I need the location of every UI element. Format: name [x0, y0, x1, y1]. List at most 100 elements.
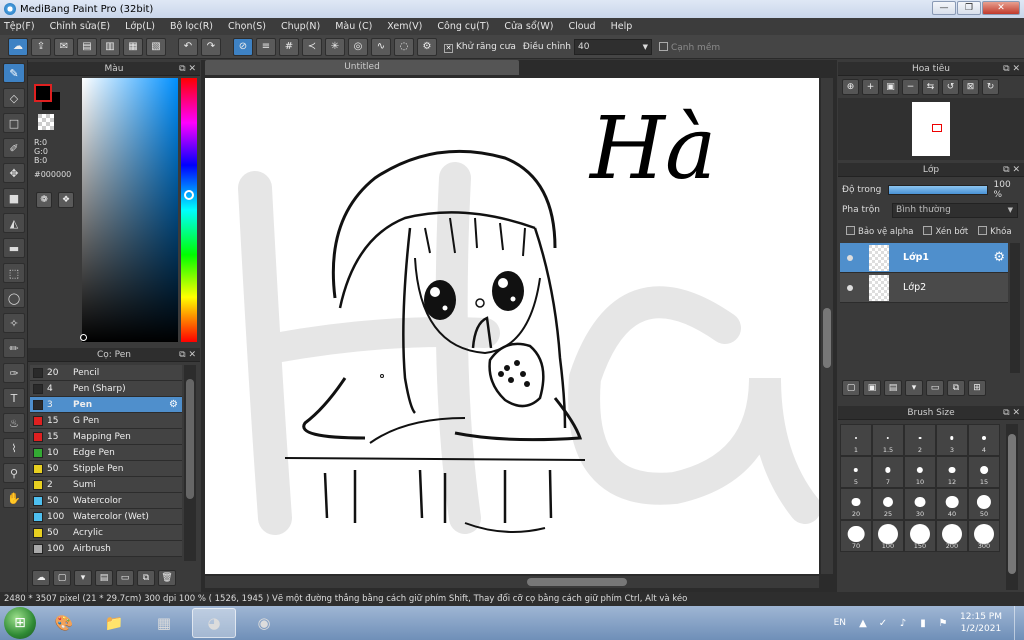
layout-icon[interactable]: ▧ — [146, 37, 166, 56]
lasso-tool-icon[interactable]: ◯ — [3, 288, 25, 308]
menu-capture[interactable]: Chụp(N) — [279, 21, 322, 32]
brush-size-cell[interactable]: 30 — [904, 488, 936, 520]
clipping-checkbox[interactable] — [923, 226, 933, 235]
brush-row[interactable]: 15 Mapping Pen — [30, 429, 182, 445]
panel-close-icon[interactable]: ⧉ ✕ — [179, 348, 196, 362]
panel-close-icon[interactable]: ⧉ ✕ — [1003, 163, 1020, 177]
menu-file[interactable]: Tệp(F) — [2, 21, 37, 32]
notification-icon[interactable]: ⚑ — [936, 616, 950, 630]
comment-icon[interactable]: ▤ — [77, 37, 97, 56]
cloud-brush-icon[interactable]: ☁ — [32, 570, 50, 586]
file-explorer-icon[interactable]: 📁 — [92, 608, 136, 638]
zoom-in-icon[interactable]: + — [862, 79, 879, 95]
brush-size-cell[interactable]: 10 — [904, 456, 936, 488]
panel-close-icon[interactable]: ⧉ ✕ — [1003, 62, 1020, 76]
eyedropper-tool-icon[interactable]: ⚲ — [3, 463, 25, 483]
brush-tool-icon[interactable]: ✎ — [3, 63, 25, 83]
cloud-icon[interactable]: ☁ — [8, 37, 28, 56]
brush-size-cell[interactable]: 150 — [904, 520, 936, 552]
fill-rect-tool-icon[interactable]: ■ — [3, 188, 25, 208]
canvas-vertical-scrollbar[interactable] — [821, 78, 833, 574]
brush-row[interactable]: 3 Pen ⚙ — [30, 397, 182, 413]
panel-close-icon[interactable]: ⧉ ✕ — [1003, 406, 1020, 420]
scrollbar-thumb[interactable] — [823, 308, 831, 368]
soft-edge-checkbox[interactable] — [658, 41, 668, 51]
panel-icon[interactable]: ▦ — [123, 37, 143, 56]
brush-row[interactable]: 50 Acrylic — [30, 525, 182, 541]
eraser-tool-icon[interactable]: ◇ — [3, 88, 25, 108]
brush-row[interactable]: 15 G Pen — [30, 413, 182, 429]
document-icon[interactable]: ▥ — [100, 37, 120, 56]
navigator-viewport-rect[interactable] — [932, 124, 942, 132]
soft-edge-option[interactable]: Cạnh mềm — [658, 41, 720, 53]
canvas-horizontal-scrollbar[interactable] — [205, 576, 819, 588]
text-tool-icon[interactable]: T — [3, 388, 25, 408]
add-brush-menu-icon[interactable]: ▾ — [74, 570, 92, 586]
select-rect-tool-icon[interactable]: ⬚ — [3, 263, 25, 283]
perspective-snap-icon[interactable]: ≺ — [302, 37, 322, 56]
menu-color[interactable]: Màu (C) — [333, 21, 374, 32]
transparent-color-swatch[interactable] — [38, 114, 54, 130]
panel-close-icon[interactable]: ⧉ ✕ — [179, 62, 196, 76]
hue-slider[interactable] — [181, 78, 197, 342]
brush-size-cell[interactable]: 100 — [872, 520, 904, 552]
brush-size-cell[interactable]: 5 — [840, 456, 872, 488]
redo-icon[interactable]: ↷ — [201, 37, 221, 56]
zoom-actual-icon[interactable]: ⊕ — [842, 79, 859, 95]
radial-snap-icon[interactable]: ✳ — [325, 37, 345, 56]
layer-row[interactable]: Lớp1 ⚙ — [840, 243, 1008, 273]
foreground-color-swatch[interactable] — [34, 84, 52, 102]
hue-slider-knob[interactable] — [184, 190, 194, 200]
opacity-slider[interactable] — [887, 185, 988, 195]
layer-settings-gear-icon[interactable]: ⚙ — [993, 250, 1005, 265]
tray-expand-icon[interactable]: ▲ — [856, 616, 870, 630]
adjust-select[interactable]: 40 ▼ — [573, 38, 652, 55]
zoom-out-icon[interactable]: − — [902, 79, 919, 95]
minimize-button[interactable]: — — [932, 1, 956, 15]
brush-size-cell[interactable]: 40 — [936, 488, 968, 520]
antialias-checkbox[interactable]: ✕ — [444, 43, 453, 53]
reset-view-icon[interactable]: ⊠ — [962, 79, 979, 95]
clock[interactable]: 12:15 PM 1/2/2021 — [960, 611, 1002, 635]
medibang-taskbar-icon[interactable]: ◕ — [192, 608, 236, 638]
brush-settings-icon[interactable]: ▤ — [95, 570, 113, 586]
gradient-tool-icon[interactable]: ▬ — [3, 238, 25, 258]
brush-size-cell[interactable]: 50 — [968, 488, 1000, 520]
flip-icon[interactable]: ⇆ — [922, 79, 939, 95]
smudge-tool-icon[interactable]: ⌇ — [3, 438, 25, 458]
brush-size-cell[interactable]: 200 — [936, 520, 968, 552]
menu-tools[interactable]: Công cụ(T) — [435, 21, 491, 32]
brush-folder-icon[interactable]: ▭ — [116, 570, 134, 586]
brush-size-cell[interactable]: 2 — [904, 424, 936, 456]
brush-size-scrollbar[interactable] — [1006, 424, 1018, 590]
color-palette-icon[interactable]: ❖ — [58, 192, 74, 208]
grid-app-icon[interactable]: ▦ — [142, 608, 186, 638]
saturation-value-picker[interactable] — [82, 78, 178, 342]
visibility-eye-icon[interactable] — [847, 284, 853, 291]
brush-settings-gear-icon[interactable]: ⚙ — [169, 399, 178, 410]
brush-size-cell[interactable]: 1.5 — [872, 424, 904, 456]
layer-row[interactable]: Lớp2 — [840, 273, 1008, 303]
duplicate-brush-icon[interactable]: ⧉ — [137, 570, 155, 586]
antivirus-icon[interactable]: ✓ — [876, 616, 890, 630]
drawing-canvas[interactable]: Hà — [205, 78, 819, 574]
delete-brush-icon[interactable]: 🗑 — [158, 570, 176, 586]
scrollbar-thumb[interactable] — [186, 379, 194, 499]
select-pen-tool-icon[interactable]: ✏ — [3, 338, 25, 358]
merge-layer-icon[interactable]: ⊞ — [968, 380, 986, 396]
lock-option[interactable]: Khóa — [978, 225, 1012, 237]
fit-window-icon[interactable]: ▣ — [882, 79, 899, 95]
brush-row[interactable]: 20 Pencil — [30, 365, 182, 381]
brush-row[interactable]: 50 Stipple Pen — [30, 461, 182, 477]
snap-off-icon[interactable]: ⊘ — [233, 37, 253, 56]
pen-tool-icon[interactable]: ✐ — [3, 138, 25, 158]
brush-row[interactable]: 2 Sumi — [30, 477, 182, 493]
menu-window[interactable]: Cửa sổ(W) — [502, 21, 555, 32]
brush-row[interactable]: 4 Pen (Sharp) — [30, 381, 182, 397]
menu-view[interactable]: Xem(V) — [385, 21, 424, 32]
close-button[interactable]: ✕ — [982, 1, 1020, 15]
color-wheel-icon[interactable]: ❁ — [36, 192, 52, 208]
snap-settings-icon[interactable]: ⚙ — [417, 37, 437, 56]
new-8bit-layer-icon[interactable]: ▤ — [884, 380, 902, 396]
brush-row[interactable]: 50 Watercolor — [30, 493, 182, 509]
